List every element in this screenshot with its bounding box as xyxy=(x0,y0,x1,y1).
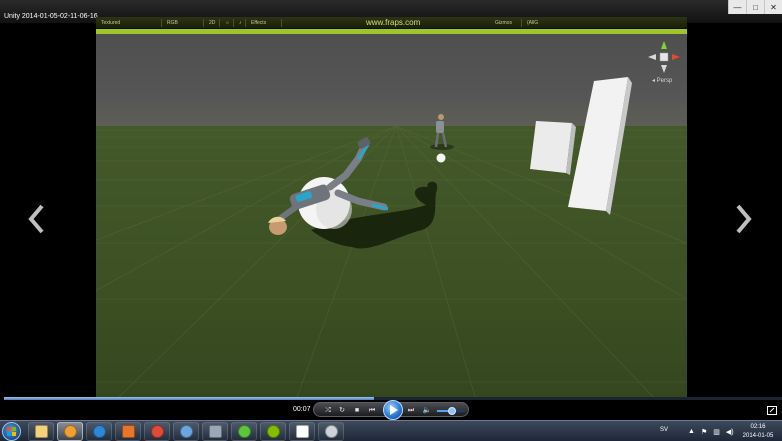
photo-viewer-icon xyxy=(179,425,193,438)
minimize-button[interactable]: — xyxy=(728,0,746,14)
play-icon xyxy=(389,405,398,415)
volume-icon[interactable]: 🔈 xyxy=(421,405,433,416)
firefox-icon xyxy=(121,425,135,438)
start-button[interactable] xyxy=(2,422,21,441)
next-track-icon[interactable]: ⏭ xyxy=(405,405,417,416)
next-arrow-icon[interactable] xyxy=(735,203,753,235)
taskbar-button-spotify[interactable] xyxy=(260,422,286,441)
speaker-icon[interactable]: ◀) xyxy=(726,428,734,436)
clock-time: 02:16 xyxy=(750,424,766,430)
steam-icon xyxy=(208,425,222,438)
fullscreen-icon[interactable] xyxy=(767,406,777,415)
shuffle-icon[interactable]: ⤮ xyxy=(322,405,334,416)
elapsed-time: 00:07 xyxy=(293,406,311,413)
taskbar-button-media-player[interactable] xyxy=(57,422,83,441)
scene-objects xyxy=(268,77,632,249)
playback-controls: ⤮ ↻ ■ ⏮ ⏭ 🔈 xyxy=(313,400,469,420)
taskbar-button-utorrent[interactable] xyxy=(231,422,257,441)
window-title: Unity 2014-01-05-02-11-06-16 xyxy=(4,13,98,20)
taskbar-button-photo-viewer[interactable] xyxy=(173,422,199,441)
taskbar-button-steam[interactable] xyxy=(202,422,228,441)
taskbar-button-unity-web[interactable] xyxy=(318,422,344,441)
tray-arrow-icon[interactable]: ▲ xyxy=(688,428,695,435)
explorer-icon xyxy=(34,425,48,438)
taskbar-button-internet-explorer[interactable] xyxy=(86,422,112,441)
chrome-icon xyxy=(150,425,164,438)
repeat-icon[interactable]: ↻ xyxy=(336,405,348,416)
stop-icon[interactable]: ■ xyxy=(351,405,363,416)
network-icon[interactable]: ▥ xyxy=(713,428,720,436)
taskbar-button-explorer[interactable] xyxy=(28,422,54,441)
taskbar: ▲ ⚑ ▥ ◀) SV 02:16 2014-01-05 xyxy=(0,420,782,441)
close-button[interactable]: ✕ xyxy=(764,0,782,14)
taskbar-button-chrome[interactable] xyxy=(144,422,170,441)
distant-character xyxy=(430,114,454,150)
clock[interactable]: 02:16 2014-01-05 xyxy=(741,423,775,441)
clock-date: 2014-01-05 xyxy=(742,433,774,439)
maximize-button[interactable]: □ xyxy=(746,0,764,14)
perspective-label[interactable]: ◂ Persp xyxy=(652,77,672,84)
small-box xyxy=(530,121,576,175)
distant-ball xyxy=(436,153,446,163)
internet-explorer-icon xyxy=(92,425,106,438)
windows-logo-icon xyxy=(7,427,16,436)
spotify-icon xyxy=(266,425,280,438)
unity-web-icon xyxy=(324,425,338,438)
taskbar-button-firefox[interactable] xyxy=(115,422,141,441)
media-player-icon xyxy=(63,425,77,438)
play-button[interactable] xyxy=(383,400,403,420)
utorrent-icon xyxy=(237,425,251,438)
taskbar-button-unity[interactable] xyxy=(289,422,315,441)
previous-arrow-icon[interactable] xyxy=(27,203,45,235)
tall-box xyxy=(568,77,632,215)
flag-icon[interactable]: ⚑ xyxy=(701,428,707,436)
system-tray: ▲ ⚑ ▥ ◀) xyxy=(688,421,734,441)
window-controls: — □ ✕ xyxy=(728,0,782,14)
video-frame[interactable]: Textured RGB 2D ☼ ♪ Effects www.fraps.co… xyxy=(96,17,687,400)
volume-slider-knob[interactable] xyxy=(448,407,457,415)
unity-icon xyxy=(295,425,309,438)
previous-track-icon[interactable]: ⏮ xyxy=(366,405,378,416)
language-indicator[interactable]: SV xyxy=(660,427,668,433)
